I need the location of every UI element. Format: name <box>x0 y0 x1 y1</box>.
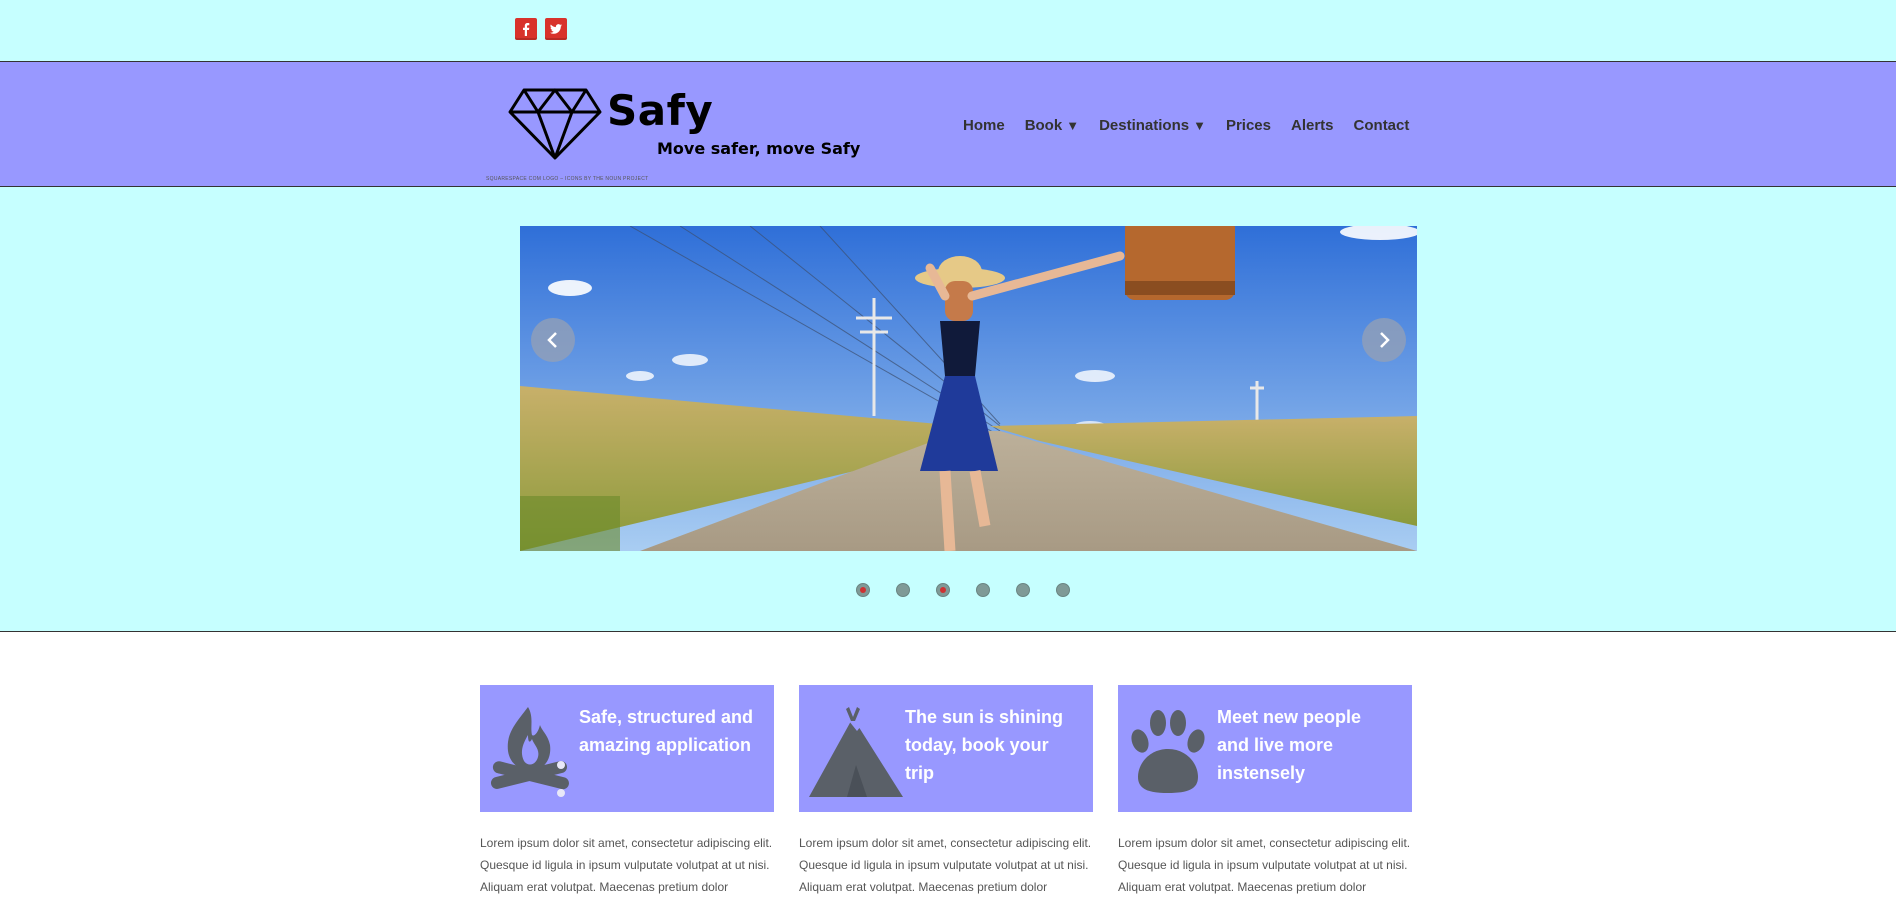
twitter-icon[interactable] <box>545 18 567 40</box>
nav-destinations[interactable]: Destinations ▼ <box>1099 117 1206 134</box>
feature-title: The sun is shining today, book your trip <box>905 707 1064 783</box>
hero-section <box>0 187 1896 632</box>
nav-home-label: Home <box>963 117 1005 134</box>
main-nav: Home Book ▼ Destinations ▼ Prices Alerts C… <box>963 117 1429 134</box>
facebook-icon[interactable] <box>515 18 537 40</box>
nav-prices-label: Prices <box>1225 117 1271 134</box>
feature-card-1: Safe, structured and amazing application… <box>480 685 774 898</box>
slider-dot-3[interactable] <box>936 583 950 597</box>
slider-dot-4[interactable] <box>976 583 990 597</box>
slider-dot-1[interactable] <box>856 583 870 597</box>
tent-icon <box>809 707 903 797</box>
nav-contact-label: Contact <box>1353 117 1410 134</box>
feature-banner[interactable]: Meet new people and live more instensely <box>1118 685 1412 812</box>
campfire-icon <box>490 707 569 797</box>
slider-dot-2[interactable] <box>896 583 910 597</box>
feature-description: Lorem ipsum dolor sit amet, consectetur … <box>480 836 773 894</box>
site-header: Safy Move safer, move Safy SQUARESPACE C… <box>0 62 1896 187</box>
feature-banner[interactable]: Safe, structured and amazing application <box>480 685 774 812</box>
slider-dots <box>856 583 1096 597</box>
feature-banner[interactable]: The sun is shining today, book your trip <box>799 685 1093 812</box>
slider-next-button[interactable] <box>1362 318 1406 362</box>
slider <box>520 226 1417 551</box>
nav-alerts[interactable]: Alerts <box>1291 117 1334 134</box>
feature-description: Lorem ipsum dolor sit amet, consectetur … <box>799 836 1092 894</box>
nav-prices[interactable]: Prices <box>1226 117 1271 134</box>
chevron-left-icon <box>547 332 557 348</box>
nav-destinations-label: Destinations <box>1099 117 1190 134</box>
nav-home[interactable]: Home <box>963 117 1005 134</box>
slider-prev-button[interactable] <box>531 318 575 362</box>
feature-card-2: The sun is shining today, book your trip… <box>799 685 1093 898</box>
nav-alerts-label: Alerts <box>1291 117 1334 134</box>
feature-title: Safe, structured and amazing application <box>579 707 754 755</box>
slider-dot-5[interactable] <box>1016 583 1030 597</box>
brand-tagline: Move safer, move Safy <box>657 139 861 158</box>
nav-book-label: Book <box>1024 117 1063 134</box>
slider-dot-6[interactable] <box>1056 583 1070 597</box>
nav-book[interactable]: Book ▼ <box>1025 117 1079 134</box>
chevron-right-icon <box>1380 332 1390 348</box>
feature-description: Lorem ipsum dolor sit amet, consectetur … <box>1118 836 1411 894</box>
diamond-icon[interactable] <box>508 88 602 160</box>
nav-contact[interactable]: Contact <box>1354 117 1410 134</box>
caret-down-icon: ▼ <box>1193 118 1206 133</box>
brand-name[interactable]: Safy <box>607 90 713 132</box>
feature-card-3: Meet new people and live more instensely… <box>1118 685 1412 898</box>
logo-credit: SQUARESPACE COM LOGO – ICONS BY THE NOUN… <box>486 176 649 182</box>
caret-down-icon: ▼ <box>1066 118 1080 133</box>
paw-icon <box>1131 710 1205 793</box>
top-social-bar <box>0 0 1896 62</box>
slide-image <box>520 226 1417 551</box>
feature-title: Meet new people and live more instensely <box>1217 707 1362 783</box>
